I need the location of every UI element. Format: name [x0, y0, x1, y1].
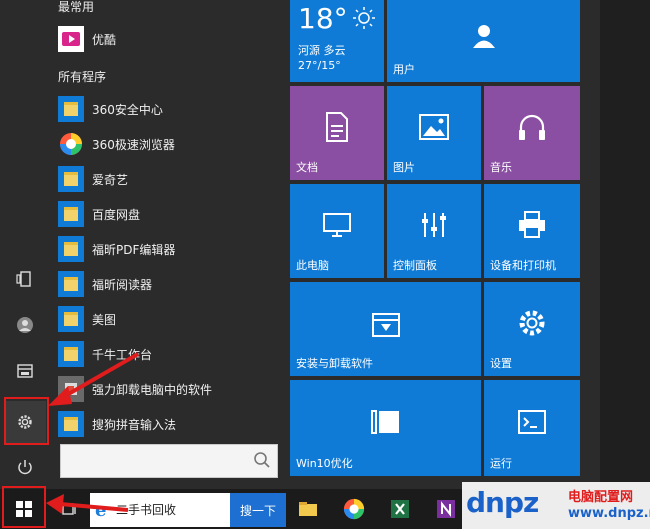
picture-icon — [419, 114, 449, 141]
tile-label: 安装与卸载软件 — [296, 357, 373, 370]
weather-range: 27°/15° — [298, 59, 341, 72]
weather-city: 河源 多云 — [298, 44, 346, 57]
taskbar-excel[interactable] — [386, 489, 414, 529]
printer-icon — [519, 211, 545, 239]
folder-icon — [58, 96, 84, 122]
settings-highlight-box — [4, 397, 49, 445]
browser-360-icon — [58, 131, 84, 157]
gear-icon — [519, 310, 545, 336]
optimize-icon — [370, 410, 399, 435]
tablet-mode-icon[interactable] — [4, 258, 46, 300]
taskbar-onenote[interactable] — [432, 489, 460, 529]
account-button[interactable] — [4, 304, 46, 346]
watermark-site-name: 电脑配置网 — [568, 490, 634, 505]
excel-icon — [391, 500, 409, 518]
user-icon — [472, 25, 495, 49]
tile-label: 此电脑 — [296, 259, 329, 272]
weather-temperature: 18° — [298, 2, 348, 35]
browser-360-icon — [343, 498, 365, 520]
app-item[interactable]: 福昕PDF编辑器 — [58, 233, 286, 265]
app-label: 搜狗拼音输入法 — [92, 417, 177, 432]
pictures-tile[interactable]: 图片 — [387, 86, 481, 180]
documents-tile[interactable]: 文档 — [290, 86, 384, 180]
watermark: dnpz 电脑配置网 www.dnpz.net — [462, 482, 650, 529]
sun-icon — [353, 7, 375, 29]
win10-optimize-tile[interactable]: Win10优化 — [290, 380, 481, 476]
taskbar-search-button[interactable]: 搜一下 — [230, 493, 286, 527]
folder-icon — [58, 411, 84, 437]
start-menu: 最常用 优酷 所有程序 360安全中心 360极速浏览器 爱奇艺 百度网盘 福昕… — [0, 0, 600, 489]
monitor-icon — [323, 213, 351, 238]
tablet-mode-icon — [16, 271, 31, 287]
onenote-icon — [437, 500, 455, 518]
start-highlight-box — [2, 486, 46, 528]
taskbar-360-browser[interactable] — [340, 489, 368, 529]
youku-icon — [58, 26, 84, 52]
avatar-icon — [17, 317, 33, 333]
app-label: 百度网盘 — [92, 207, 141, 222]
power-button[interactable] — [4, 446, 46, 488]
folder-icon — [58, 306, 84, 332]
this-pc-tile[interactable]: 此电脑 — [290, 184, 384, 278]
app-label: 360极速浏览器 — [92, 137, 175, 152]
tile-label: 运行 — [490, 457, 512, 470]
app-label: 爱奇艺 — [92, 172, 129, 187]
headphones-icon — [519, 115, 545, 141]
watermark-logo: dnpz — [466, 486, 539, 519]
app-list: 最常用 优酷 所有程序 360安全中心 360极速浏览器 爱奇艺 百度网盘 福昕… — [50, 0, 286, 489]
app-label: 福昕PDF编辑器 — [92, 242, 176, 257]
folder-icon — [58, 236, 84, 262]
file-explorer-button[interactable] — [4, 350, 46, 392]
youku-icon — [62, 32, 80, 46]
run-icon — [518, 410, 546, 435]
arrow-to-settings — [48, 352, 139, 406]
folder-icon — [58, 271, 84, 297]
devices-printers-tile[interactable]: 设备和打印机 — [484, 184, 580, 278]
app-item[interactable]: 360安全中心 — [58, 93, 286, 125]
tile-label: 设备和打印机 — [490, 259, 556, 272]
install-box-icon — [371, 313, 400, 338]
browser-360-icon — [60, 133, 82, 155]
folder-icon — [58, 166, 84, 192]
app-item[interactable]: 美图 — [58, 303, 286, 335]
app-label: 福昕阅读器 — [92, 277, 153, 292]
tile-label: 文档 — [296, 161, 318, 174]
tile-label: 图片 — [393, 161, 415, 174]
control-panel-tile[interactable]: 控制面板 — [387, 184, 481, 278]
search-icon — [254, 452, 270, 468]
folder-icon — [58, 201, 84, 227]
file-explorer-icon — [17, 364, 33, 378]
app-item[interactable]: 百度网盘 — [58, 198, 286, 230]
music-tile[interactable]: 音乐 — [484, 86, 580, 180]
sliders-icon — [422, 213, 446, 238]
app-label: 360安全中心 — [92, 102, 163, 117]
frequent-header: 最常用 — [58, 0, 95, 14]
app-item[interactable]: 搜狗拼音输入法 — [58, 408, 286, 440]
app-item-youku[interactable]: 优酷 — [58, 23, 286, 55]
folder-icon — [299, 502, 317, 516]
install-uninstall-tile[interactable]: 安装与卸载软件 — [290, 282, 481, 376]
start-search-input[interactable] — [60, 444, 278, 478]
tile-label: 用户 — [393, 63, 415, 76]
tile-label: 控制面板 — [393, 259, 437, 272]
tile-label: 设置 — [490, 357, 512, 370]
app-label: 优酷 — [92, 32, 117, 47]
power-icon — [18, 460, 32, 475]
user-tile[interactable]: 用户 — [387, 0, 580, 82]
weather-tile[interactable]: 18° 河源 多云 27°/15° — [290, 0, 384, 82]
app-item[interactable]: 福昕阅读器 — [58, 268, 286, 300]
app-item[interactable]: 爱奇艺 — [58, 163, 286, 195]
document-icon — [326, 112, 348, 143]
settings-tile[interactable]: 设置 — [484, 282, 580, 376]
run-tile[interactable]: 运行 — [484, 380, 580, 476]
all-programs-header: 所有程序 — [58, 70, 107, 84]
taskbar-file-explorer[interactable] — [294, 489, 322, 529]
watermark-url: www.dnpz.net — [568, 506, 650, 521]
app-label: 美图 — [92, 312, 117, 327]
tile-label: Win10优化 — [296, 457, 353, 470]
tile-label: 音乐 — [490, 161, 512, 174]
arrow-to-start — [46, 494, 129, 514]
app-item[interactable]: 360极速浏览器 — [58, 128, 286, 160]
